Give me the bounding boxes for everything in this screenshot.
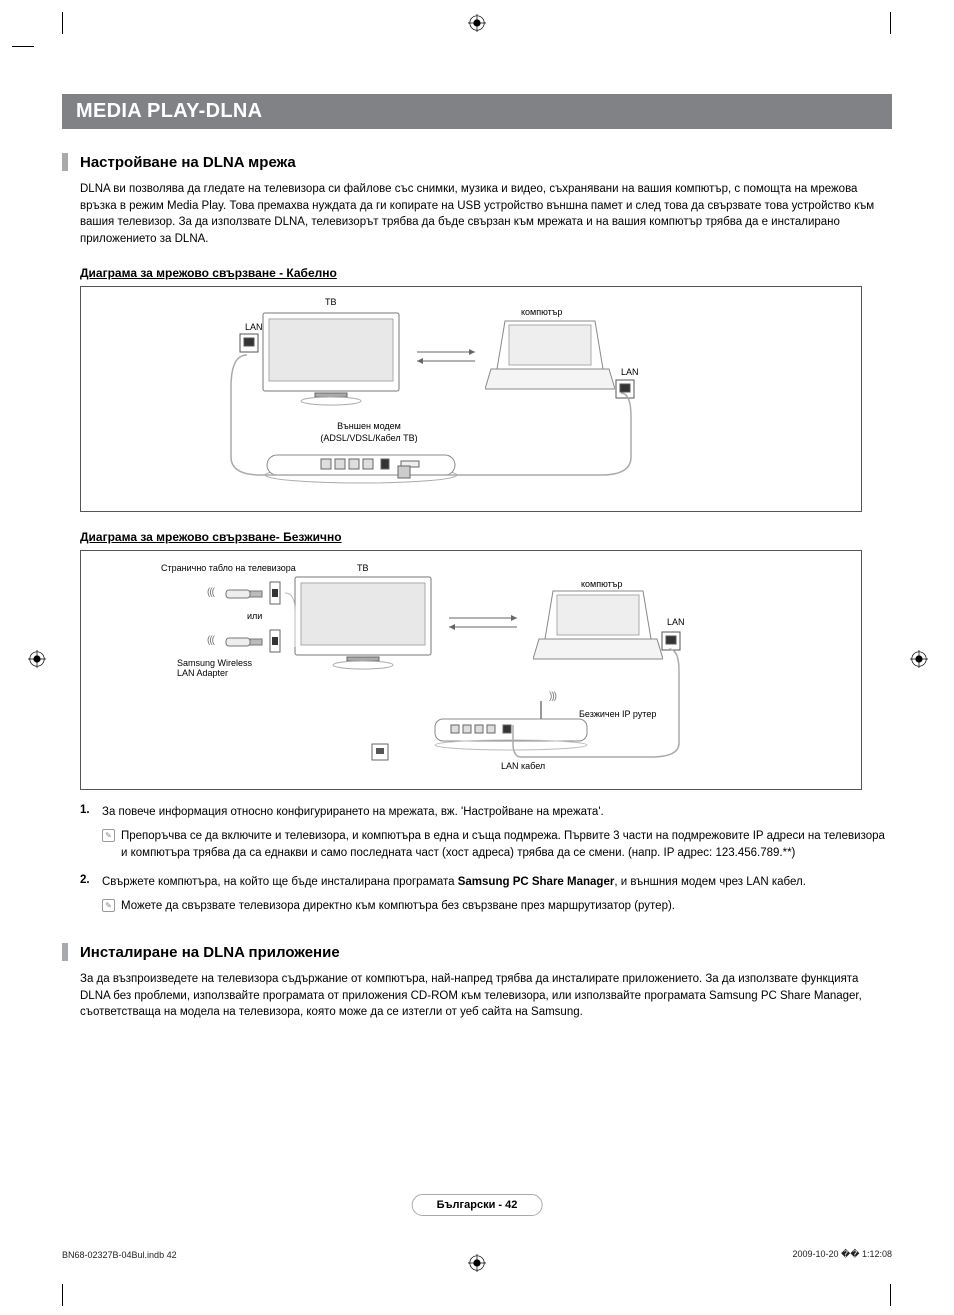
label-lan: LAN (667, 617, 685, 627)
crop-mark (12, 46, 34, 47)
cable-icon (511, 647, 691, 767)
wireless-waves-icon: ((( (207, 587, 214, 598)
subheading-wired: Диаграма за мрежово свързване - Кабелно (80, 266, 892, 280)
label-or: или (247, 611, 262, 621)
list-text-bold: Samsung PC Share Manager (458, 876, 615, 888)
note-row: ✎ Препоръчва се да включите и телевизора… (102, 828, 892, 861)
list-text: Свържете компютъра, на който ще бъде инс… (102, 876, 458, 888)
section-heading: Настройване на DLNA мрежа (62, 153, 892, 171)
registration-mark-icon (910, 650, 928, 668)
label-lan: LAN (245, 322, 263, 332)
note-row: ✎ Можете да свързвате телевизора директн… (102, 898, 892, 915)
wireless-waves-icon: ((( (207, 635, 214, 646)
section-bar-icon (62, 943, 68, 961)
laptop-icon (485, 319, 615, 393)
page-number-badge: Български - 42 (412, 1194, 543, 1216)
note-text: Препоръчва се да включите и телевизора, … (121, 828, 892, 861)
section-paragraph: За да възпроизведете на телевизора съдър… (80, 971, 882, 1021)
section-title: Настройване на DLNA мрежа (80, 154, 296, 171)
label-computer: компютър (521, 307, 562, 317)
section-title: Инсталиране на DLNA приложение (80, 944, 340, 961)
list-item: 1. За повече информация относно конфигур… (80, 804, 892, 821)
label-computer: компютър (581, 579, 622, 589)
usb-adapter-icon (225, 635, 265, 649)
page-banner: MEDIA PLAY-DLNA (62, 94, 892, 129)
footer-doc-id: BN68-02327B-04Bul.indb 42 (62, 1250, 177, 1260)
instruction-list: 1. За повече информация относно конфигур… (80, 804, 892, 915)
port-icon (269, 629, 281, 653)
usb-adapter-icon (225, 587, 265, 601)
page-content: MEDIA PLAY-DLNA Настройване на DLNA мреж… (62, 30, 892, 1260)
label-tv: ТВ (357, 563, 369, 573)
cable-icon (391, 387, 641, 487)
list-number: 1. (80, 804, 102, 821)
label-adapter: Samsung Wireless LAN Adapter (177, 659, 257, 679)
section-paragraph: DLNA ви позволява да гледате на телевизо… (80, 181, 882, 248)
plug-icon (371, 743, 389, 761)
label-tv: ТВ (325, 297, 337, 307)
footer-timestamp: 2009-10-20 �� 1:12:08 (792, 1249, 892, 1260)
list-body: Свържете компютъра, на който ще бъде инс… (102, 874, 892, 891)
port-icon (269, 581, 281, 605)
label-panel: Странично табло на телевизора (161, 563, 296, 573)
label-lan: LAN (621, 367, 639, 377)
note-icon: ✎ (102, 899, 115, 912)
list-text: , и външния модем чрез LAN кабел. (614, 876, 806, 888)
crop-mark (62, 1284, 63, 1306)
section-bar-icon (62, 153, 68, 171)
section-heading: Инсталиране на DLNA приложение (62, 943, 892, 961)
note-icon: ✎ (102, 829, 115, 842)
list-number: 2. (80, 874, 102, 891)
diagram-wired: ТВ LAN компютър LAN Външен модем (ADSL/V… (80, 286, 862, 512)
tv-icon (293, 575, 433, 671)
subheading-wireless: Диаграма за мрежово свързване- Безжично (80, 530, 892, 544)
registration-mark-icon (28, 650, 46, 668)
diagram-wireless: Странично табло на телевизора ТВ компютъ… (80, 550, 862, 790)
plug-icon (397, 465, 411, 479)
bidirectional-arrow-icon (411, 347, 481, 367)
bidirectional-arrow-icon (443, 613, 523, 633)
list-body: За повече информация относно конфигурира… (102, 804, 892, 821)
crop-mark (890, 1284, 891, 1306)
cable-icon (281, 591, 301, 651)
list-item: 2. Свържете компютъра, на който ще бъде … (80, 874, 892, 891)
note-text: Можете да свързвате телевизора директно … (121, 898, 675, 915)
